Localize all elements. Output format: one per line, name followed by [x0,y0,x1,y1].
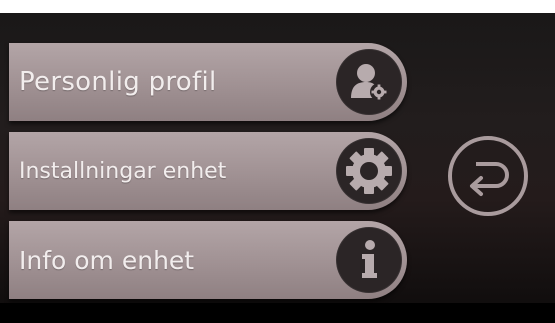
device-settings-label: Installningar enhet [19,158,227,184]
return-arrow-icon [448,136,528,216]
device-info-label: Info om enhet [19,245,195,275]
info-icon [336,227,402,293]
device-settings-button[interactable]: Installningar enhet [9,132,407,210]
screen: Personlig profil Installningar enhet Inf… [0,13,555,323]
gear-icon [336,138,402,204]
personal-profile-button[interactable]: Personlig profil [9,43,407,121]
personal-profile-label: Personlig profil [19,67,217,97]
back-button[interactable] [446,134,530,218]
device-info-button[interactable]: Info om enhet [9,221,407,299]
user-settings-icon [336,49,402,115]
bottom-bar [0,303,555,323]
